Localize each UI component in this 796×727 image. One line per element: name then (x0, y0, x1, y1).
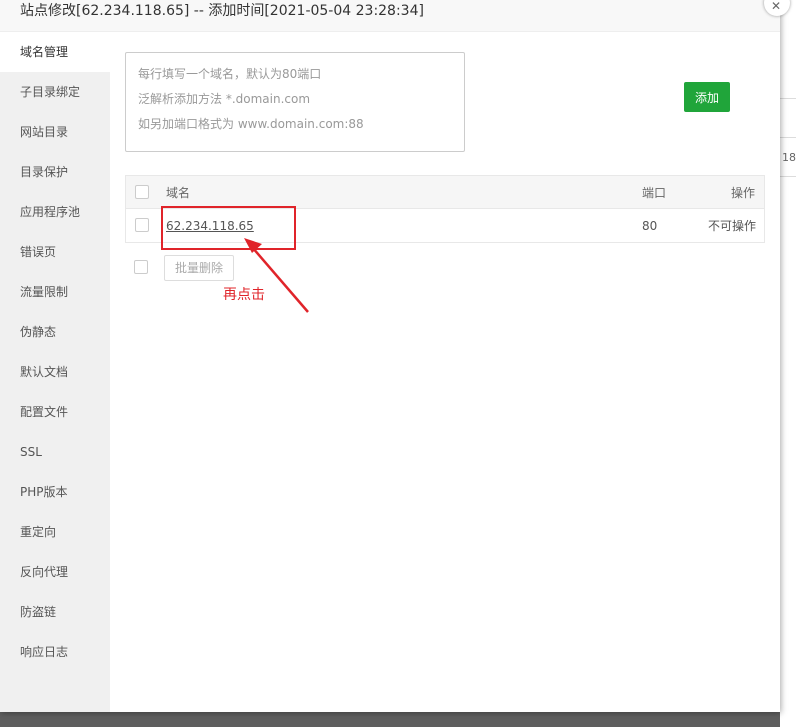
close-icon: ✕ (771, 0, 782, 13)
sidebar-item-site-directory[interactable]: 网站目录 (0, 112, 110, 152)
background-divider (780, 137, 796, 138)
annotation-text: 再点击 (223, 287, 265, 303)
sidebar-item-config-file[interactable]: 配置文件 (0, 392, 110, 432)
sidebar-item-app-pool[interactable]: 应用程序池 (0, 192, 110, 232)
dialog-title: 站点修改[62.234.118.65] -- 添加时间[2021-05-04 2… (0, 0, 780, 32)
sidebar-item-reverse-proxy[interactable]: 反向代理 (0, 552, 110, 592)
sidebar-item-directory-protection[interactable]: 目录保护 (0, 152, 110, 192)
site-edit-dialog: 站点修改[62.234.118.65] -- 添加时间[2021-05-04 2… (0, 0, 780, 712)
sidebar-item-redirect[interactable]: 重定向 (0, 512, 110, 552)
sidebar-item-domain-management[interactable]: 域名管理 (0, 32, 110, 72)
sidebar-item-rewrite[interactable]: 伪静态 (0, 312, 110, 352)
background-divider (780, 98, 796, 99)
sidebar-item-hotlink-protection[interactable]: 防盗链 (0, 592, 110, 632)
sidebar-item-error-page[interactable]: 错误页 (0, 232, 110, 272)
sidebar-item-php-version[interactable]: PHP版本 (0, 472, 110, 512)
background-partial-text: 18 (782, 151, 796, 164)
sidebar-item-response-log[interactable]: 响应日志 (0, 632, 110, 672)
sidebar: 域名管理 子目录绑定 网站目录 目录保护 应用程序池 错误页 流量限制 伪静态 … (0, 32, 110, 712)
domain-management-panel: 每行填写一个域名，默认为80端口 泛解析添加方法 *.domain.com 如另… (110, 32, 780, 712)
background-page (780, 0, 796, 727)
sidebar-item-ssl[interactable]: SSL (0, 432, 110, 472)
sidebar-item-traffic-limit[interactable]: 流量限制 (0, 272, 110, 312)
sidebar-item-default-document[interactable]: 默认文档 (0, 352, 110, 392)
sidebar-item-subdirectory-binding[interactable]: 子目录绑定 (0, 72, 110, 112)
background-divider (780, 176, 796, 177)
annotation-arrow (244, 238, 309, 313)
